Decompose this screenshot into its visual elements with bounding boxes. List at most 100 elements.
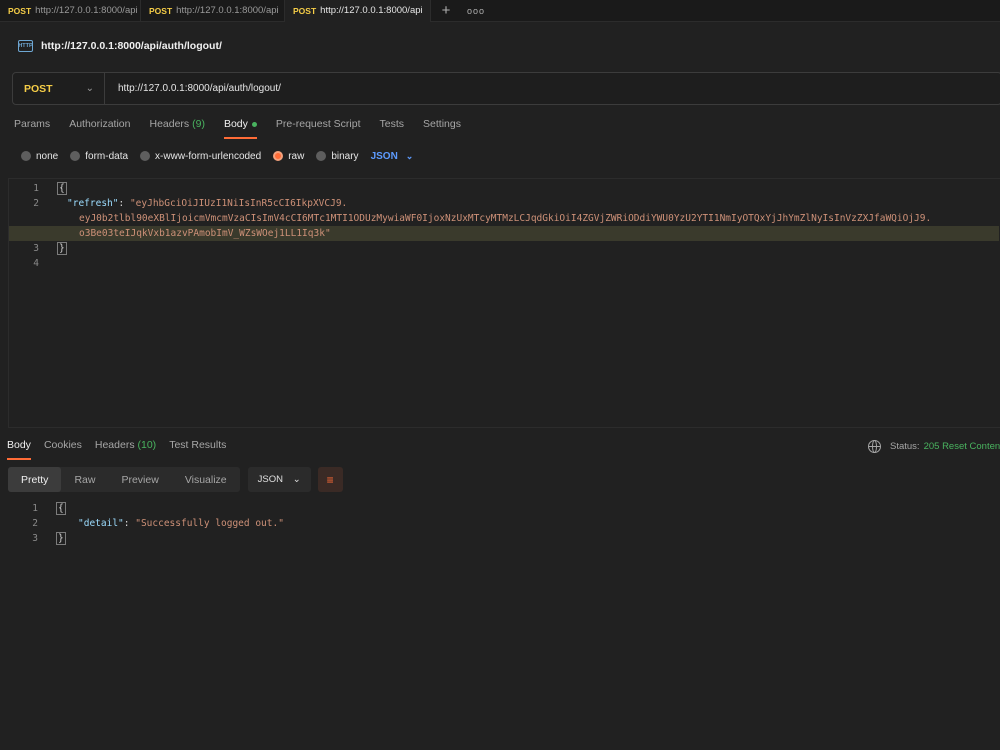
editor-line: 4 [9, 256, 999, 271]
status-code[interactable]: 205 Reset Content [924, 441, 1000, 452]
radio-binary[interactable]: binary [316, 151, 359, 162]
chevron-down-icon: ⌄ [405, 150, 414, 161]
view-mode-group: Pretty Raw Preview Visualize [8, 467, 240, 492]
view-preview-button[interactable]: Preview [108, 467, 171, 492]
status-label: Status: [890, 441, 920, 452]
radio-label: form-data [85, 150, 129, 162]
response-view-bar: Pretty Raw Preview Visualize JSON ⌄ ≡ [8, 467, 343, 492]
line-number: 4 [33, 258, 39, 269]
request-tab-3[interactable]: POST http://127.0.0.1:8000/api [285, 0, 431, 22]
method-select[interactable]: POST ⌄ [13, 73, 105, 104]
response-format-label: JSON [257, 474, 283, 485]
json-colon: : [123, 518, 136, 529]
tab-body[interactable]: Body [223, 118, 257, 139]
chevron-down-icon: ⌄ [85, 83, 94, 94]
radio-none[interactable]: none [21, 151, 58, 162]
tab-headers[interactable]: Headers (9) [149, 118, 204, 138]
view-raw-button[interactable]: Raw [61, 467, 108, 492]
response-body-viewer[interactable]: 1 { 2 "detail": "Successfully logged out… [8, 501, 1000, 561]
response-status: Status: 205 Reset Content [868, 440, 1000, 453]
line-number: 3 [32, 533, 38, 544]
tab-method: POST [293, 5, 317, 16]
editor-line: 2 "refresh": "eyJhbGciOiJIUzI1NiIsInR5cC… [9, 196, 999, 211]
tab-bar: POST http://127.0.0.1:8000/api POST http… [0, 0, 1000, 22]
url-input[interactable]: http://127.0.0.1:8000/api/auth/logout/ [105, 83, 281, 94]
tab-tests[interactable]: Tests [380, 118, 405, 138]
response-tab-body[interactable]: Body [7, 439, 31, 460]
tab-method: POST [8, 5, 32, 16]
tab-method: POST [149, 5, 173, 16]
radio-urlencoded[interactable]: x-www-form-urlencoded [140, 151, 261, 162]
close-brace: } [56, 532, 66, 545]
tab-settings[interactable]: Settings [423, 118, 461, 138]
response-tab-cookies[interactable]: Cookies [44, 439, 82, 459]
response-tabs: Body Cookies Headers (10) Test Results [7, 439, 239, 460]
line-number: 2 [33, 198, 39, 209]
radio-label: raw [288, 150, 305, 162]
http-icon: HTTP [18, 40, 33, 52]
request-tabs: Params Authorization Headers (9) Body Pr… [14, 118, 480, 139]
body-type-selector: none form-data x-www-form-urlencoded raw… [21, 148, 413, 164]
json-key: "detail" [78, 518, 124, 529]
editor-line-wrapped-highlighted: o3Be03teIJqkVxb1azvPAmobImV_WZsWOej1LL1I… [9, 226, 999, 241]
line-content: eyJ0b2tlbl90eXBlIjoicmVmcmVzaCIsImV4cCI6… [79, 213, 931, 224]
tab-authorization[interactable]: Authorization [69, 118, 130, 138]
line-number: 1 [32, 503, 38, 514]
tab-label: http://127.0.0.1:8000/api [35, 5, 138, 16]
view-pretty-button[interactable]: Pretty [8, 467, 62, 492]
tab-label: http://127.0.0.1:8000/api [320, 5, 423, 16]
body-indicator-dot [251, 121, 257, 127]
headers-count: (9) [192, 118, 205, 130]
response-tab-headers[interactable]: Headers (10) [95, 439, 156, 459]
radio-circle [70, 151, 81, 161]
response-line: 2 "detail": "Successfully logged out." [8, 516, 998, 531]
body-format-label: JSON [370, 150, 398, 162]
json-value: "Successfully logged out." [135, 518, 284, 529]
response-line: 1 { [8, 501, 998, 516]
json-value-part: eyJ0b2tlbl90eXBlIjoicmVmcmVzaCIsImV4cCI6… [79, 213, 932, 224]
radio-circle [140, 151, 151, 161]
editor-line: 1 { [9, 181, 999, 196]
radio-label: none [36, 150, 59, 162]
radio-form-data[interactable]: form-data [70, 151, 128, 162]
editor-line-wrapped: eyJ0b2tlbl90eXBlIjoicmVmcmVzaCIsImV4cCI6… [9, 211, 999, 226]
line-content: } [56, 532, 66, 545]
open-brace: { [57, 182, 67, 195]
line-content: { [56, 502, 66, 515]
response-format-select[interactable]: JSON ⌄ [247, 467, 311, 492]
response-line: 3 } [8, 531, 998, 546]
wrap-lines-icon[interactable]: ≡ [317, 467, 343, 492]
line-content: { [57, 182, 67, 195]
url-bar: POST ⌄ http://127.0.0.1:8000/api/auth/lo… [12, 72, 1000, 105]
view-visualize-button[interactable]: Visualize [172, 467, 240, 492]
radio-raw[interactable]: raw [273, 151, 304, 162]
new-tab-button[interactable]: + [431, 2, 461, 19]
json-colon: : [118, 198, 130, 209]
editor-line: 3 } [9, 241, 999, 256]
tab-label: http://127.0.0.1:8000/api [176, 5, 279, 16]
line-content: o3Be03teIJqkVxb1azvPAmobImV_WZsWOej1LL1I… [79, 228, 331, 239]
chevron-down-icon: ⌄ [292, 474, 301, 485]
request-name[interactable]: http://127.0.0.1:8000/api/auth/logout/ [41, 40, 222, 52]
request-body-editor[interactable]: 1 { 2 "refresh": "eyJhbGciOiJIUzI1NiIsIn… [8, 178, 1000, 428]
radio-circle [21, 151, 31, 161]
request-tab-2[interactable]: POST http://127.0.0.1:8000/api [141, 0, 285, 22]
request-tab-1[interactable]: POST http://127.0.0.1:8000/api [0, 0, 141, 22]
response-tab-test-results[interactable]: Test Results [169, 439, 226, 459]
globe-icon[interactable] [868, 440, 881, 453]
json-key: "refresh" [67, 198, 119, 209]
open-brace: { [56, 502, 66, 515]
request-title-row: HTTP http://127.0.0.1:8000/api/auth/logo… [18, 38, 222, 54]
json-value-part: "eyJhbGciOiJIUzI1NiIsInR5cCI6IkpXVCJ9. [129, 198, 348, 209]
response-tab-headers-label: Headers [94, 439, 135, 451]
radio-circle [316, 151, 327, 161]
body-format-select[interactable]: JSON ⌄ [371, 151, 414, 162]
close-brace: } [57, 242, 67, 255]
tab-params[interactable]: Params [14, 118, 50, 138]
radio-circle-selected [273, 151, 284, 161]
line-content: "detail": "Successfully logged out." [78, 518, 284, 529]
json-value-part: o3Be03teIJqkVxb1azvPAmobImV_WZsWOej1LL1I… [79, 228, 331, 239]
tab-prerequest-script[interactable]: Pre-request Script [276, 118, 361, 138]
more-tabs-icon[interactable]: ooo [461, 6, 491, 16]
line-number: 1 [33, 183, 39, 194]
